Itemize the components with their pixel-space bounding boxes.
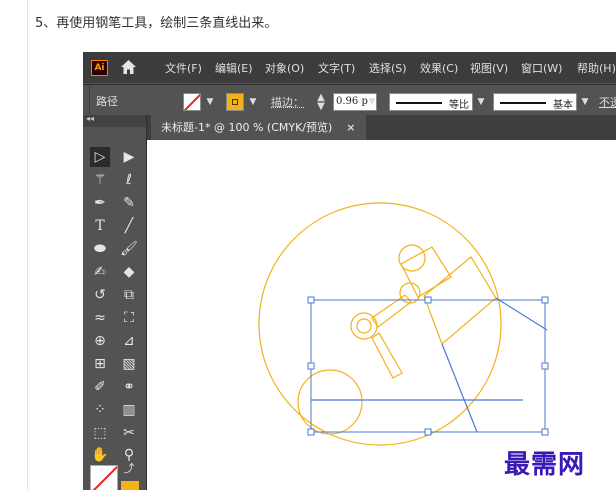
opacity-label[interactable]: 不透: [599, 94, 616, 110]
blend-tool-icon[interactable]: ⚭: [119, 377, 139, 397]
slice-tool-icon[interactable]: ✂: [119, 423, 139, 443]
handle-middle-left[interactable]: [307, 362, 315, 370]
diagonal-line: [441, 343, 478, 433]
ellipse-tool-icon[interactable]: ⬬: [90, 239, 110, 259]
close-tab-icon[interactable]: ×: [346, 121, 355, 134]
document-tab-title: 未标题-1* @ 100 % (CMYK/预览): [161, 121, 333, 134]
curvature-tool-icon[interactable]: ✎: [119, 193, 139, 213]
menu-select[interactable]: 选择(S): [369, 60, 407, 76]
menu-window[interactable]: 窗口(W): [521, 60, 562, 76]
tools-panel: ◂◂ ▷ ▶ ⚚ ℓ ✒ ✎ T ╱ ⬬ 🖌 ✍ ◆ ↺ ⧉ ≈ ⛶ ⊕ ⊿ ⊞…: [83, 114, 147, 490]
bounding-handles[interactable]: [307, 296, 549, 436]
lower-joint-inner: [356, 318, 372, 334]
home-icon[interactable]: [120, 59, 137, 76]
swap-fill-stroke-icon[interactable]: ⤴: [121, 461, 137, 477]
selection-bounding-box: [310, 299, 546, 433]
handle-bottom-middle[interactable]: [424, 428, 432, 436]
artwork: [258, 202, 549, 446]
illustrator-window: Ai 文件(F) 编辑(E) 对象(O) 文字(T) 选择(S) 效果(C) 视…: [83, 52, 616, 490]
collapse-icon[interactable]: ◂◂: [86, 114, 94, 123]
handle-bottom-right[interactable]: [541, 428, 549, 436]
fill-swatch[interactable]: [183, 93, 201, 111]
menu-bar: Ai 文件(F) 编辑(E) 对象(O) 文字(T) 选择(S) 效果(C) 视…: [83, 52, 616, 83]
paintbrush-tool-icon[interactable]: 🖌: [119, 239, 139, 259]
drawn-lines: [311, 297, 548, 433]
brush-label: 基本: [553, 100, 573, 111]
lamp-lower-arm: [371, 332, 403, 379]
perspective-grid-tool-icon[interactable]: ⊿: [119, 331, 139, 351]
lamp-head-neck: [400, 246, 452, 298]
magic-wand-tool-icon[interactable]: ⚚: [90, 170, 110, 190]
stroke-color-icon[interactable]: [121, 481, 139, 490]
stroke-dropdown-icon[interactable]: ▼: [247, 93, 259, 111]
artboard-canvas[interactable]: [147, 140, 616, 490]
eyedropper-tool-icon[interactable]: ✐: [90, 377, 110, 397]
menu-effect[interactable]: 效果(C): [420, 60, 458, 76]
symbol-sprayer-tool-icon[interactable]: ⁘: [90, 400, 110, 420]
menu-view[interactable]: 视图(V): [470, 60, 508, 76]
content-left-border: [27, 0, 28, 490]
menu-edit[interactable]: 编辑(E): [215, 60, 253, 76]
handle-top-left[interactable]: [307, 296, 315, 304]
free-transform-tool-icon[interactable]: ⛶: [119, 308, 139, 328]
selection-tool-icon[interactable]: ▷: [90, 147, 110, 167]
handle-top-middle[interactable]: [424, 296, 432, 304]
direct-selection-tool-icon[interactable]: ▶: [119, 147, 139, 167]
object-type-label: 路径: [96, 95, 118, 108]
gradient-tool-icon[interactable]: ▧: [119, 354, 139, 374]
column-graph-tool-icon[interactable]: ▥: [119, 400, 139, 420]
line-tool-icon[interactable]: ╱: [119, 216, 139, 236]
hand-tool-icon[interactable]: ✋: [90, 445, 110, 465]
document-tab-bar: 未标题-1* @ 100 % (CMYK/预览) ×: [147, 115, 616, 140]
mesh-tool-icon[interactable]: ⊞: [90, 354, 110, 374]
watermark-logo: 最需网: [504, 450, 586, 480]
eraser-tool-icon[interactable]: ◆: [119, 262, 139, 282]
handle-middle-right[interactable]: [541, 362, 549, 370]
ai-logo-icon: Ai: [91, 60, 108, 76]
shade-line: [495, 297, 548, 331]
menu-object[interactable]: 对象(O): [265, 60, 304, 76]
handle-bottom-left[interactable]: [307, 428, 315, 436]
step-instruction: 5、再使用钢笔工具，绘制三条直线出来。: [35, 16, 278, 31]
rotate-tool-icon[interactable]: ↺: [90, 285, 110, 305]
stroke-weight-dropdown-icon[interactable]: ▼: [366, 93, 378, 111]
control-bar: 路径 ▼ ▼ 描边： ▲ ▼ 0.96 p ▼ 等比 ▼ 基本 ▼ 不透: [83, 84, 616, 115]
menu-help[interactable]: 帮助(H): [577, 60, 616, 76]
brush-definition[interactable]: 基本: [493, 93, 577, 111]
artboard-tool-icon[interactable]: ⬚: [90, 423, 110, 443]
brush-dropdown-icon[interactable]: ▼: [579, 93, 591, 111]
fill-dropdown-icon[interactable]: ▼: [204, 93, 216, 111]
profile-label: 等比: [449, 100, 469, 111]
stroke-stepper-icon[interactable]: ▲ ▼: [315, 93, 327, 112]
document-tab[interactable]: 未标题-1* @ 100 % (CMYK/预览) ×: [151, 115, 366, 140]
profile-dropdown-icon[interactable]: ▼: [475, 93, 487, 111]
stroke-label[interactable]: 描边：: [271, 94, 304, 110]
bounding-box: [310, 299, 546, 433]
brush-line-preview: [500, 102, 546, 104]
pen-tool-icon[interactable]: ✒: [90, 193, 110, 213]
bar-grip: [89, 85, 90, 114]
fill-none-icon[interactable]: [90, 465, 118, 490]
width-tool-icon[interactable]: ≈: [90, 308, 110, 328]
type-tool-icon[interactable]: T: [90, 216, 110, 236]
tools-panel-header[interactable]: ◂◂: [83, 114, 146, 127]
shape-builder-tool-icon[interactable]: ⊕: [90, 331, 110, 351]
profile-line-preview: [396, 102, 442, 104]
lasso-tool-icon[interactable]: ℓ: [119, 170, 139, 190]
stroke-swatch[interactable]: [226, 93, 244, 111]
lamp-base-circle: [297, 369, 363, 435]
shaper-tool-icon[interactable]: ✍: [90, 262, 110, 282]
lamp-artwork: [258, 202, 502, 446]
menu-type[interactable]: 文字(T): [318, 60, 355, 76]
scale-tool-icon[interactable]: ⧉: [119, 285, 139, 305]
variable-width-profile[interactable]: 等比: [389, 93, 473, 111]
menu-file[interactable]: 文件(F): [165, 60, 202, 76]
handle-top-right[interactable]: [541, 296, 549, 304]
